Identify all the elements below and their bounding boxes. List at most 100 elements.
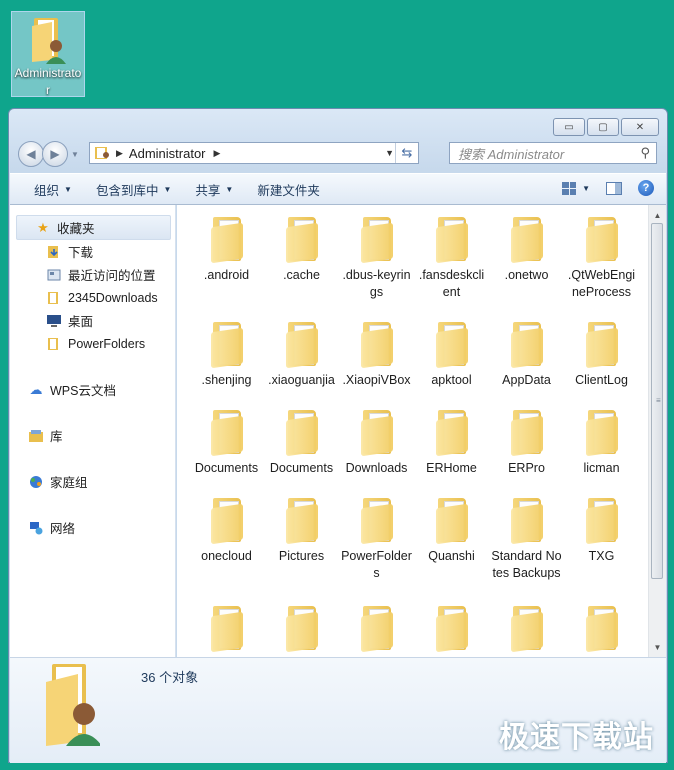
- breadcrumb-separator-icon[interactable]: ▶: [116, 148, 123, 159]
- user-folder-icon: [32, 18, 66, 64]
- nav-item-2345downloads[interactable]: 2345Downloads: [10, 286, 175, 309]
- minimize-icon: ▭: [564, 121, 574, 133]
- library-icon: [28, 429, 44, 443]
- nav-item-label: 库: [50, 430, 63, 444]
- chevron-down-icon: ▼: [64, 184, 72, 194]
- folder-icon: [209, 217, 245, 264]
- back-button[interactable]: ◀: [18, 141, 44, 167]
- nav-buttons: ◀ ▶ ▼: [18, 141, 79, 167]
- file-item-label: .XiaopiVBox: [342, 373, 411, 387]
- file-item[interactable]: 搜索: [489, 594, 564, 657]
- folder-icon: [284, 498, 320, 545]
- address-dropdown-icon[interactable]: ▼: [385, 148, 394, 158]
- file-item-label: Pictures: [278, 549, 325, 563]
- file-item-label: .fansdeskclient: [418, 268, 485, 299]
- file-item[interactable]: 联系人: [264, 594, 339, 657]
- file-item[interactable]: .QtWebEngineProcess: [564, 205, 639, 301]
- recent-pages-dropdown[interactable]: ▼: [71, 150, 79, 159]
- file-item[interactable]: ClientLog: [564, 310, 639, 389]
- folder-icon: [359, 606, 395, 653]
- close-icon: ✕: [635, 121, 645, 133]
- breadcrumb-separator-icon[interactable]: ▶: [214, 148, 221, 159]
- user-folder-icon: [95, 147, 109, 159]
- file-item[interactable]: apktool: [414, 310, 489, 389]
- folder-icon: [509, 498, 545, 545]
- back-arrow-icon: ◀: [26, 147, 36, 161]
- nav-item-powerfolders[interactable]: PowerFolders: [10, 332, 175, 355]
- file-item[interactable]: .cache: [264, 205, 339, 284]
- file-item[interactable]: .xiaoguanjia: [264, 310, 339, 389]
- file-item-label: .QtWebEngineProcess: [567, 268, 636, 299]
- folder-icon: [509, 606, 545, 653]
- downloads-folder-icon: [46, 245, 62, 259]
- nav-item-downloads[interactable]: 下载: [10, 240, 175, 263]
- file-item[interactable]: TXG: [564, 486, 639, 565]
- file-item[interactable]: Standard Notes Backups: [489, 486, 564, 582]
- new-folder-label: 新建文件夹: [257, 183, 320, 198]
- refresh-icon[interactable]: ⇆: [395, 143, 418, 163]
- watermark-logo: 极速下载站: [499, 721, 654, 754]
- file-item[interactable]: .android: [189, 205, 264, 284]
- organize-button[interactable]: 组织 ▼: [34, 180, 72, 199]
- nav-item-favorites[interactable]: ★ 收藏夹: [16, 215, 171, 240]
- search-input[interactable]: 搜索 Administrator ⚲: [449, 142, 657, 164]
- nav-item-label: 最近访问的位置: [68, 269, 156, 283]
- desktop-icon-administrator[interactable]: Administrator: [11, 11, 85, 97]
- nav-item-recent[interactable]: 最近访问的位置: [10, 263, 175, 286]
- breadcrumb-administrator[interactable]: Administrator: [129, 146, 206, 161]
- close-button[interactable]: ✕: [621, 118, 659, 136]
- help-icon[interactable]: ?: [638, 180, 654, 196]
- desktop-icon: [46, 314, 62, 328]
- folder-icon: [584, 498, 620, 545]
- nav-item-wps[interactable]: ☁ WPS云文档: [10, 378, 175, 401]
- preview-pane-icon[interactable]: [606, 181, 622, 195]
- file-item[interactable]: 收藏夹: [414, 594, 489, 657]
- file-item-label: .xiaoguanjia: [268, 373, 335, 387]
- new-folder-button[interactable]: 新建文件夹: [257, 180, 320, 199]
- nav-item-homegroup[interactable]: 家庭组: [10, 470, 175, 493]
- file-item[interactable]: ERPro: [489, 398, 564, 477]
- file-item[interactable]: licman: [564, 398, 639, 477]
- file-item[interactable]: .XiaopiVBox: [339, 310, 414, 389]
- nav-item-label: 2345Downloads: [68, 290, 158, 305]
- scroll-up-icon[interactable]: ▲: [649, 207, 666, 223]
- file-item[interactable]: 链接: [339, 594, 414, 657]
- file-item[interactable]: .dbus-keyrings: [339, 205, 414, 301]
- nav-item-desktop[interactable]: 桌面: [10, 309, 175, 332]
- file-item[interactable]: Quanshi: [414, 486, 489, 565]
- folder-icon: [584, 322, 620, 369]
- minimize-button[interactable]: ▭: [553, 118, 585, 136]
- nav-item-label: WPS云文档: [50, 384, 116, 398]
- file-item-label: PowerFolders: [341, 549, 412, 580]
- maximize-button[interactable]: ▢: [587, 118, 619, 136]
- file-item[interactable]: .fansdeskclient: [414, 205, 489, 301]
- organize-label: 组织: [34, 183, 60, 198]
- nav-item-network[interactable]: 网络: [10, 516, 175, 539]
- scroll-thumb[interactable]: ≡: [651, 223, 663, 579]
- file-item[interactable]: Documents: [264, 398, 339, 477]
- folder-icon: [284, 217, 320, 264]
- file-item[interactable]: Documents: [189, 398, 264, 477]
- share-button[interactable]: 共享 ▼: [195, 180, 233, 199]
- nav-item-library[interactable]: 库: [10, 424, 175, 447]
- scroll-down-icon[interactable]: ▼: [649, 639, 666, 655]
- include-in-library-button[interactable]: 包含到库中 ▼: [96, 180, 171, 199]
- nav-item-label: 桌面: [68, 315, 94, 329]
- forward-button[interactable]: ▶: [42, 141, 68, 167]
- search-icon[interactable]: ⚲: [640, 145, 650, 161]
- vertical-scrollbar[interactable]: ▲ ≡ ▼: [648, 205, 666, 657]
- file-item[interactable]: PowerFolders: [339, 486, 414, 582]
- file-item[interactable]: Pictures: [264, 486, 339, 565]
- file-item[interactable]: .onetwo: [489, 205, 564, 284]
- file-item[interactable]: 我的视频: [564, 594, 639, 657]
- file-item[interactable]: 保存的游戏: [189, 594, 264, 657]
- file-item[interactable]: AppData: [489, 310, 564, 389]
- file-item[interactable]: onecloud: [189, 486, 264, 565]
- file-item-label: ClientLog: [575, 373, 628, 387]
- file-item[interactable]: .shenjing: [189, 310, 264, 389]
- file-item[interactable]: ERHome: [414, 398, 489, 477]
- file-item[interactable]: Downloads: [339, 398, 414, 477]
- address-bar[interactable]: ▶ Administrator ▶ ▼ ⇆: [89, 142, 419, 164]
- file-item-label: licman: [583, 461, 620, 475]
- change-view-button[interactable]: ▼: [562, 181, 590, 195]
